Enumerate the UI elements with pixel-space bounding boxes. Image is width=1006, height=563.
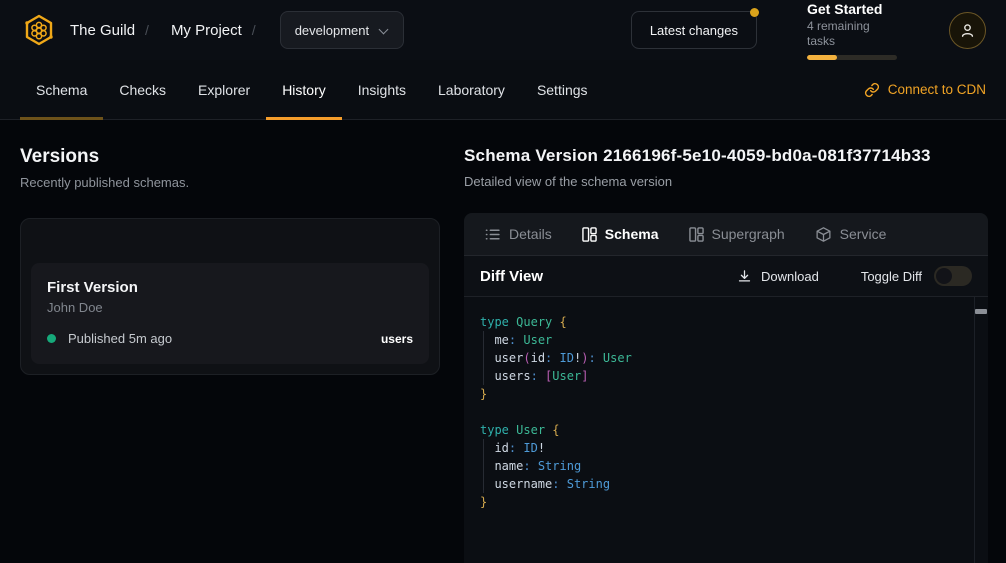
version-status-row: Published 5m ago users (47, 331, 413, 346)
toggle-diff-label: Toggle Diff (861, 269, 922, 284)
target-selector[interactable]: development (280, 11, 404, 49)
toggle-diff-switch[interactable] (934, 266, 972, 286)
detail-panel: Details Schema (464, 213, 988, 563)
breadcrumb-org[interactable]: The Guild (70, 22, 135, 39)
list-icon (484, 226, 501, 243)
code-line: type Query { (480, 313, 960, 331)
version-list-item[interactable]: First Version John Doe Published 5m ago … (31, 263, 429, 364)
notification-dot (750, 8, 759, 17)
tab-schema-label: Schema (605, 226, 659, 242)
main-content: Versions Recently published schemas. Fir… (0, 120, 1006, 563)
tab-supergraph[interactable]: Supergraph (689, 226, 785, 242)
code-line: } (480, 385, 960, 403)
breadcrumb-project[interactable]: My Project (171, 22, 242, 39)
columns-icon (689, 227, 704, 242)
versions-list-card: First Version John Doe Published 5m ago … (20, 218, 440, 375)
nav-tab-insights[interactable]: Insights (342, 60, 422, 119)
get-started-widget[interactable]: Get Started 4 remaining tasks (807, 1, 897, 60)
nav-tab-checks[interactable]: Checks (103, 60, 182, 119)
tab-supergraph-label: Supergraph (712, 226, 785, 242)
version-status-text: Published 5m ago (68, 331, 172, 346)
user-avatar[interactable] (949, 12, 986, 49)
latest-changes-button[interactable]: Latest changes (631, 11, 757, 49)
versions-subtitle: Recently published schemas. (20, 175, 440, 190)
published-status-dot (47, 334, 56, 343)
breadcrumb-separator: / (252, 22, 256, 38)
schema-version-title: Schema Version 2166196f-5e10-4059-bd0a-0… (464, 146, 988, 166)
columns-icon (582, 227, 597, 242)
hive-logo-icon[interactable] (20, 11, 58, 49)
latest-changes-label: Latest changes (650, 23, 738, 38)
tab-details[interactable]: Details (484, 226, 552, 243)
diff-view-header: Diff View Download Toggle Diff (464, 256, 988, 297)
download-button[interactable]: Download (737, 269, 819, 284)
code-line: me: User (480, 331, 960, 349)
link-icon (864, 82, 880, 98)
nav-tab-settings[interactable]: Settings (521, 60, 604, 119)
breadcrumb-separator: / (145, 22, 149, 38)
get-started-progressbar (807, 55, 897, 60)
version-service-badge: users (381, 332, 413, 346)
code-line: name: String (480, 457, 960, 475)
diff-view-title: Diff View (480, 268, 543, 285)
scrollbar-gutter (974, 297, 975, 563)
get-started-progress-fill (807, 55, 837, 60)
schema-version-detail: Schema Version 2166196f-5e10-4059-bd0a-0… (464, 120, 1006, 563)
tab-service[interactable]: Service (815, 226, 887, 243)
chevron-down-icon (379, 25, 389, 35)
tab-service-label: Service (840, 226, 887, 242)
toggle-knob (936, 268, 952, 284)
header-right: Latest changes Get Started 4 remaining t… (631, 1, 986, 60)
cube-icon (815, 226, 832, 243)
code-line: id: ID! (480, 439, 960, 457)
get-started-subtitle: 4 remaining tasks (807, 19, 897, 49)
download-label: Download (761, 269, 819, 284)
app-header: The Guild / My Project / development Lat… (0, 0, 1006, 60)
code-line: user(id: ID!): User (480, 349, 960, 367)
diff-view-actions: Download Toggle Diff (737, 266, 972, 286)
nav-tab-history[interactable]: History (266, 60, 342, 119)
code-line: } (480, 493, 960, 511)
detail-tabs: Details Schema (464, 213, 988, 256)
versions-title: Versions (20, 146, 440, 168)
target-nav: Schema Checks Explorer History Insights … (0, 60, 1006, 120)
nav-tab-explorer[interactable]: Explorer (182, 60, 266, 119)
target-selector-value: development (295, 23, 369, 38)
nav-tab-schema[interactable]: Schema (20, 60, 103, 119)
nav-tab-laboratory[interactable]: Laboratory (422, 60, 521, 119)
code-line (480, 403, 960, 421)
code-line: username: String (480, 475, 960, 493)
download-icon (737, 269, 752, 284)
code-line: type User { (480, 421, 960, 439)
tab-schema[interactable]: Schema (582, 226, 659, 242)
version-title: First Version (47, 279, 413, 296)
connect-to-cdn-link[interactable]: Connect to CDN (864, 60, 986, 119)
version-author: John Doe (47, 300, 413, 315)
versions-panel: Versions Recently published schemas. Fir… (0, 120, 464, 563)
get-started-title: Get Started (807, 1, 897, 18)
toggle-diff-control: Toggle Diff (861, 266, 972, 286)
code-line: users: [User] (480, 367, 960, 385)
tab-details-label: Details (509, 226, 552, 242)
scrollbar-thumb[interactable] (975, 309, 987, 314)
schema-version-subtitle: Detailed view of the schema version (464, 174, 988, 189)
connect-to-cdn-label: Connect to CDN (888, 82, 986, 97)
schema-code-view[interactable]: type Query { me: User user(id: ID!): Use… (464, 297, 988, 563)
person-icon (959, 22, 976, 39)
